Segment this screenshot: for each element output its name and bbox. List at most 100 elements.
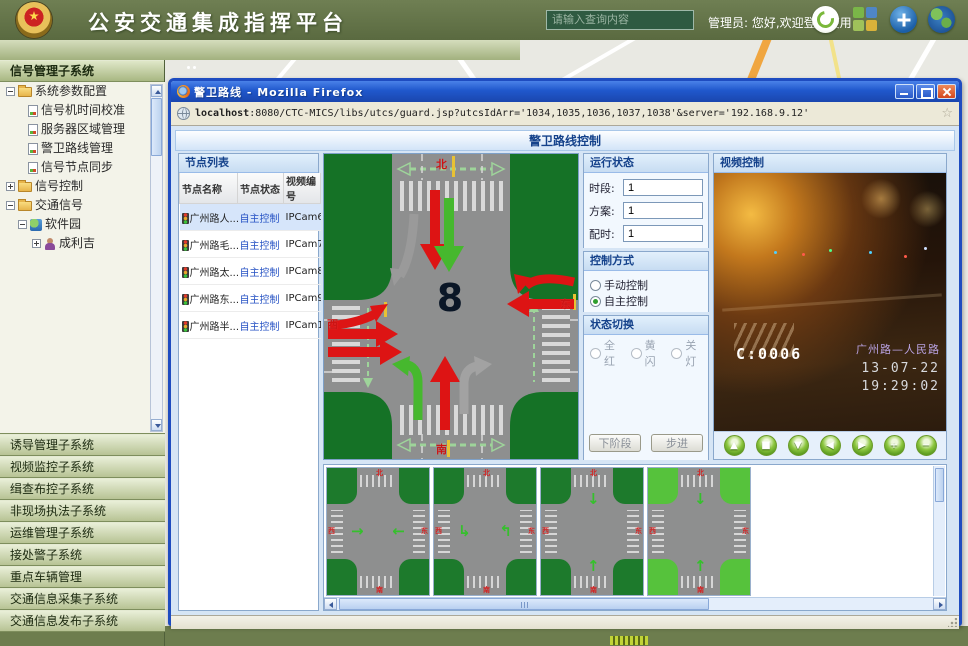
status-link[interactable]: 自主控制 <box>238 204 284 231</box>
table-row[interactable]: 广州路半... 自主控制 IPCam10 <box>180 312 321 339</box>
tree-node-traffic-signal[interactable]: 交通信号 <box>0 196 165 215</box>
collapse-icon[interactable] <box>18 220 27 229</box>
scroll-left-icon[interactable] <box>324 598 337 610</box>
status-link[interactable]: 自主控制 <box>238 285 284 312</box>
sidebar-section-investigation[interactable]: 缉查布控子系统 <box>0 478 165 500</box>
video-control-header: 视频控制 <box>714 154 946 173</box>
tree-label[interactable]: 信号节点同步 <box>41 158 113 177</box>
col-node-name[interactable]: 节点名称 <box>180 173 238 204</box>
tree-node-signal-sync[interactable]: 信号节点同步 <box>0 158 165 177</box>
timing-input[interactable] <box>623 225 703 242</box>
radio-icon[interactable] <box>671 348 682 359</box>
lights-off-option[interactable]: 关灯 <box>671 345 704 361</box>
panel-splitter-handle[interactable] <box>187 66 199 70</box>
tree-label[interactable]: 警卫路线管理 <box>41 139 113 158</box>
tree-node-time-calibration[interactable]: 信号机时间校准 <box>0 101 165 120</box>
sidebar-section-key-vehicles[interactable]: 重点车辆管理 <box>0 566 165 588</box>
radio-icon[interactable] <box>631 348 642 359</box>
period-input[interactable] <box>623 179 703 196</box>
window-titlebar[interactable]: 警卫路线 - Mozilla Firefox <box>171 81 959 102</box>
expand-icon[interactable] <box>32 239 41 248</box>
radio-icon[interactable] <box>590 280 601 291</box>
pan-up-button[interactable]: ▲ <box>724 435 745 456</box>
table-row[interactable]: 广州路东... 自主控制 IPCam9 <box>180 285 321 312</box>
traffic-light-icon <box>182 321 189 332</box>
status-link[interactable]: 自主控制 <box>238 258 284 285</box>
pan-left-button[interactable]: ◀ <box>820 435 841 456</box>
plan-input[interactable] <box>623 202 703 219</box>
zoom-out-button[interactable]: − <box>916 435 937 456</box>
tree-label[interactable]: 服务器区域管理 <box>41 120 125 139</box>
tree-node-guard-route[interactable]: 警卫路线管理 <box>0 139 165 158</box>
strip-horizontal-scrollbar[interactable] <box>324 597 946 610</box>
maximize-button[interactable] <box>916 84 935 99</box>
tree-label[interactable]: 系统参数配置 <box>35 82 107 101</box>
tree-node-person[interactable]: 成利吉 <box>0 234 165 253</box>
zoom-in-button[interactable]: + <box>884 435 905 456</box>
sidebar-section-signal-mgmt[interactable]: 信号管理子系统 <box>0 60 164 82</box>
col-video-id[interactable]: 视频编号 <box>284 173 321 204</box>
bookmark-star-icon[interactable]: ☆ <box>941 106 953 121</box>
auto-control-option[interactable]: 自主控制 <box>590 293 702 309</box>
map-highway-fragment <box>610 636 648 645</box>
col-node-status[interactable]: 节点状态 <box>238 173 284 204</box>
next-phase-button[interactable]: 下阶段 <box>589 434 641 452</box>
phase-arrow: ↓ <box>694 492 707 506</box>
tree-label[interactable]: 交通信号 <box>35 196 83 215</box>
yellow-flash-option[interactable]: 黄闪 <box>631 345 664 361</box>
url-bar[interactable]: localhost:8080/CTC-MICS/libs/utcs/guard.… <box>171 102 959 126</box>
scroll-right-icon[interactable] <box>933 598 946 610</box>
tree-node-software-park[interactable]: 软件园 <box>0 215 165 234</box>
sidebar-section-info-release[interactable]: 交通信息发布子系统 <box>0 610 165 632</box>
refresh-icon[interactable] <box>812 6 839 33</box>
close-button[interactable] <box>937 84 956 99</box>
tree-label[interactable]: 成利吉 <box>59 234 95 253</box>
traffic-light-icon <box>182 294 189 305</box>
sidebar-section-video-surveillance[interactable]: 视频监控子系统 <box>0 456 165 478</box>
pan-right-button[interactable]: ▶ <box>852 435 873 456</box>
pan-down-button[interactable]: ▼ <box>788 435 809 456</box>
tree-label[interactable]: 信号控制 <box>35 177 83 196</box>
route-node-thumbnail[interactable]: 北 南 西 东 → ← <box>326 467 430 596</box>
sidebar-section-dispatch[interactable]: 接处警子系统 <box>0 544 165 566</box>
add-icon[interactable] <box>890 6 917 33</box>
scroll-up-icon[interactable] <box>151 85 162 97</box>
route-node-thumbnail[interactable]: 北 南 西 东 ↓ ↑ <box>540 467 644 596</box>
status-link[interactable]: 自主控制 <box>238 231 284 258</box>
apps-grid-icon[interactable] <box>852 6 879 33</box>
tree-scrollbar[interactable] <box>150 84 163 432</box>
table-row[interactable]: 广州路太... 自主控制 IPCam8 <box>180 258 321 285</box>
collapse-icon[interactable] <box>6 87 15 96</box>
search-input[interactable] <box>546 10 694 30</box>
scrollbar-thumb[interactable] <box>339 598 709 610</box>
scrollbar-thumb[interactable] <box>151 98 162 156</box>
route-node-thumbnail-selected[interactable]: 北 南 西 东 ↓ ↑ <box>647 467 751 596</box>
stop-button[interactable]: ■ <box>756 435 777 456</box>
tree-node-signal-control[interactable]: 信号控制 <box>0 177 165 196</box>
step-button[interactable]: 步进 <box>651 434 703 452</box>
sidebar-section-operations[interactable]: 运维管理子系统 <box>0 522 165 544</box>
table-row[interactable]: 广州路毛... 自主控制 IPCam7 <box>180 231 321 258</box>
sidebar-section-offsite-enforcement[interactable]: 非现场执法子系统 <box>0 500 165 522</box>
globe-map-icon[interactable] <box>928 6 955 33</box>
strip-vertical-scrollbar[interactable] <box>933 466 945 596</box>
sidebar-section-info-collection[interactable]: 交通信息采集子系统 <box>0 588 165 610</box>
tree-node-server-region[interactable]: 服务器区域管理 <box>0 120 165 139</box>
tree-label[interactable]: 信号机时间校准 <box>41 101 125 120</box>
status-link[interactable]: 自主控制 <box>238 312 284 339</box>
scrollbar-thumb[interactable] <box>935 468 944 502</box>
all-red-option[interactable]: 全红 <box>590 345 623 361</box>
expand-icon[interactable] <box>6 182 15 191</box>
radio-icon[interactable] <box>590 348 601 359</box>
url-text[interactable]: localhost:8080/CTC-MICS/libs/utcs/guard.… <box>195 108 936 119</box>
tree-label[interactable]: 软件园 <box>45 215 81 234</box>
minimize-button[interactable] <box>895 84 914 99</box>
collapse-icon[interactable] <box>6 201 15 210</box>
tree-node-param-config[interactable]: 系统参数配置 <box>0 82 165 101</box>
scroll-down-icon[interactable] <box>151 419 162 431</box>
route-node-thumbnail[interactable]: 北 南 西 东 ↳ ↰ <box>433 467 537 596</box>
radio-checked-icon[interactable] <box>590 296 601 307</box>
table-row[interactable]: 广州路人... 自主控制 IPCam6 <box>180 204 321 231</box>
sidebar-section-guidance[interactable]: 诱导管理子系统 <box>0 434 165 456</box>
manual-control-option[interactable]: 手动控制 <box>590 277 702 293</box>
